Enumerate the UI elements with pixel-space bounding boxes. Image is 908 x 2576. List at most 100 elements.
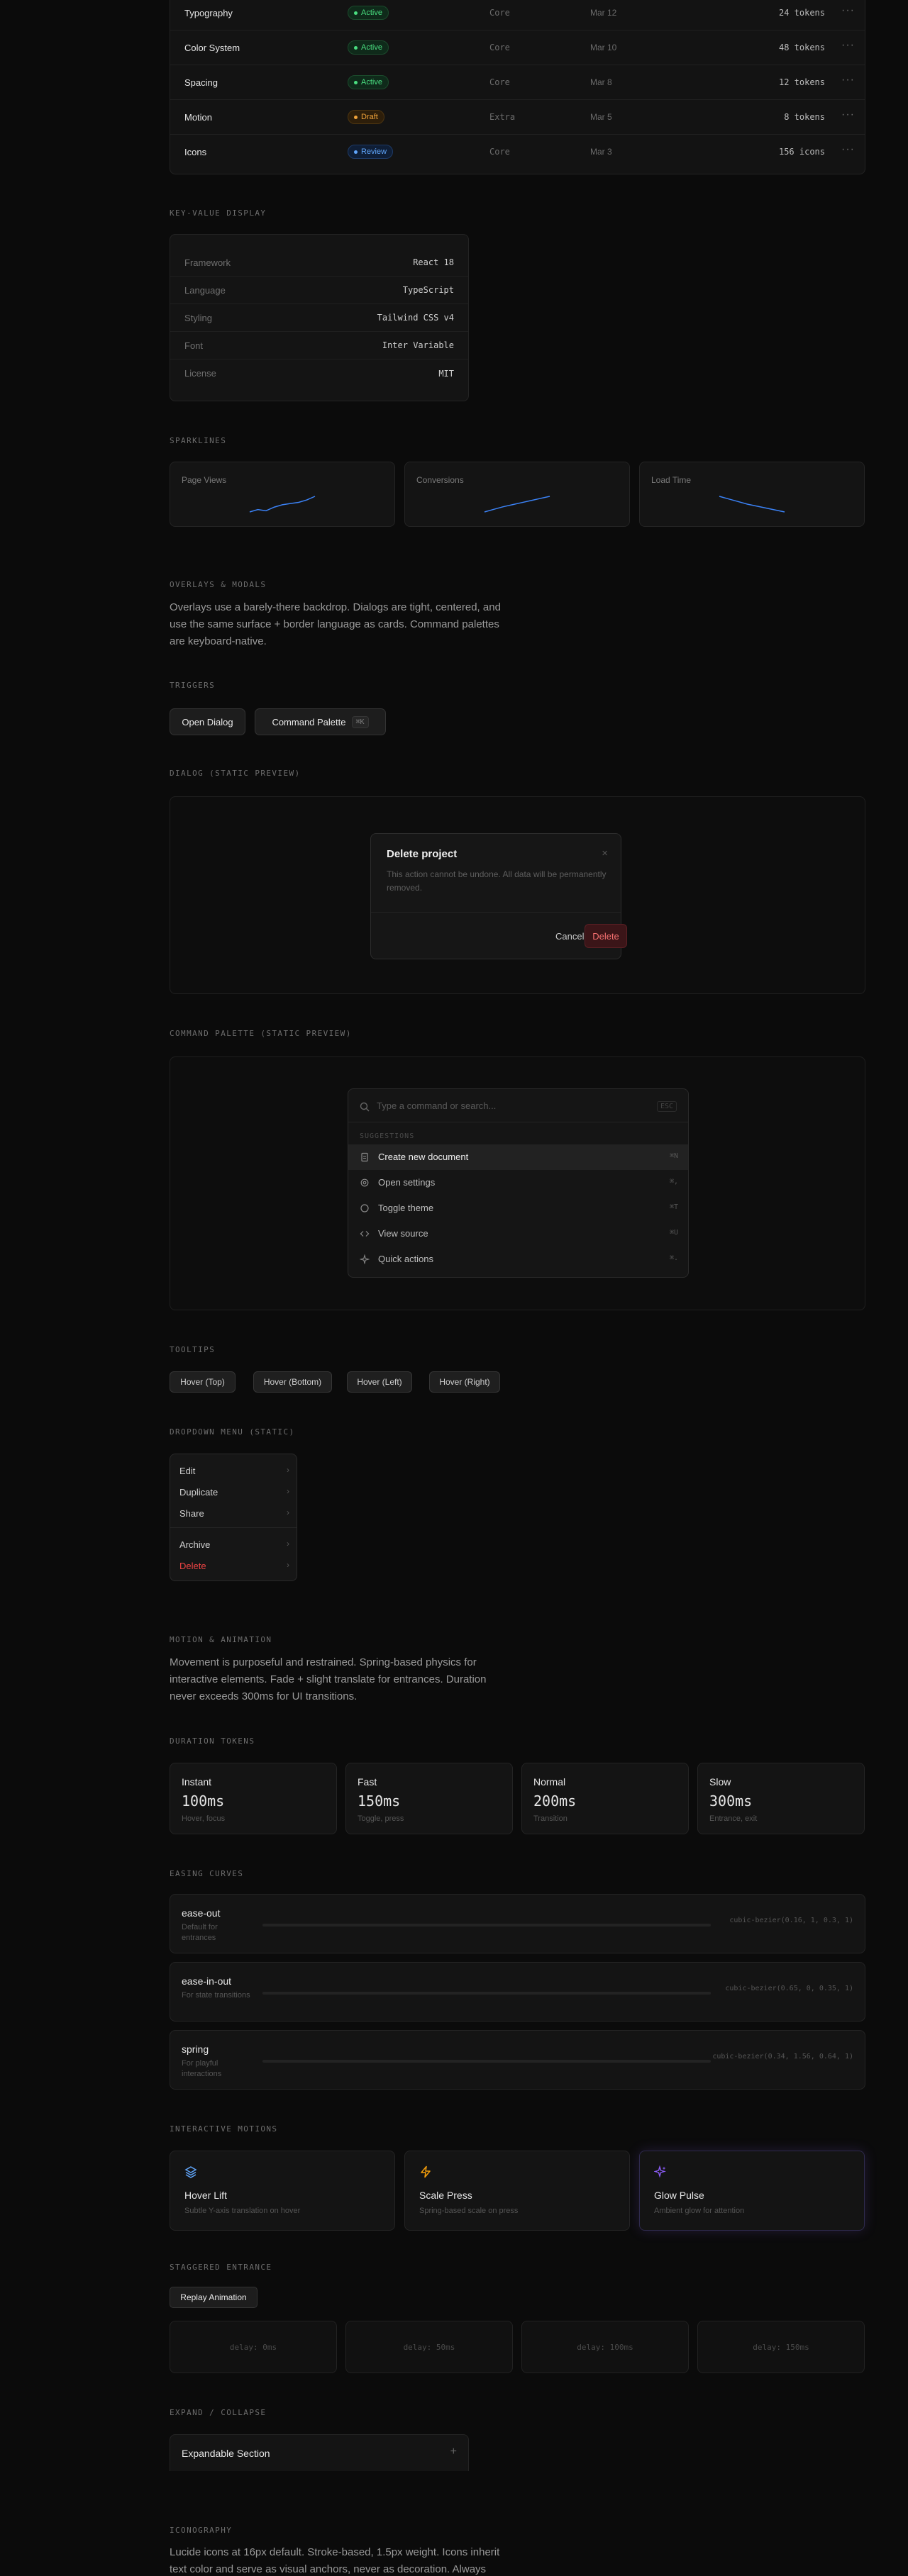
tooltip-trigger-button[interactable]: Hover (Bottom) <box>253 1371 332 1393</box>
section-label-kv: KEY-VALUE DISPLAY <box>170 208 267 218</box>
replay-animation-button[interactable]: Replay Animation <box>170 2287 258 2308</box>
row-date: Mar 5 <box>590 112 612 122</box>
palette-item-label: Create new document <box>378 1152 469 1162</box>
easing-track <box>262 1992 711 1995</box>
easing-name: ease-in-out <box>182 1975 232 1987</box>
row-date: Mar 8 <box>590 77 612 87</box>
palette-item-label: Toggle theme <box>378 1203 434 1213</box>
duration-value: 100ms <box>182 1792 225 1810</box>
interactive-motion-card[interactable]: Scale Press Spring-based scale on press <box>404 2151 630 2231</box>
palette-search-input[interactable]: Type a command or search... <box>377 1100 496 1111</box>
row-name: Icons <box>184 147 207 157</box>
status-dot <box>354 11 358 15</box>
sparkline-line <box>484 496 550 513</box>
palette-item[interactable]: Toggle theme ⌘T <box>348 1195 688 1221</box>
delete-button[interactable]: Delete <box>585 924 627 948</box>
search-icon <box>360 1102 370 1112</box>
table-row[interactable]: Icons Review Core Mar 3 156 icons ··· <box>170 135 865 169</box>
plus-icon[interactable]: + <box>450 2446 457 2458</box>
sparkline-line <box>249 496 316 513</box>
palette-item[interactable]: Quick actions ⌘. <box>348 1247 688 1272</box>
row-name: Motion <box>184 112 213 123</box>
duration-token-card: Instant 100ms Hover, focus <box>170 1763 337 1834</box>
command-palette-button[interactable]: Command Palette ⌘K <box>255 708 386 735</box>
row-count: 48 tokens <box>778 43 825 52</box>
replay-label: Replay Animation <box>180 2292 247 2302</box>
interactive-motion-card[interactable]: Glow Pulse Ambient glow for attention <box>639 2151 865 2231</box>
palette-item[interactable]: Open settings ⌘, <box>348 1170 688 1195</box>
menu-item-edit[interactable]: Edit › <box>170 1460 297 1481</box>
menu-item-share[interactable]: Share › <box>170 1502 297 1524</box>
more-icon[interactable]: ··· <box>841 108 855 121</box>
more-icon[interactable]: ··· <box>841 4 855 17</box>
table-row[interactable]: Motion Draft Extra Mar 5 8 tokens ··· <box>170 100 865 135</box>
close-icon[interactable]: × <box>602 847 608 859</box>
status-badge: Active <box>348 6 389 20</box>
duration-desc: Toggle, press <box>358 1814 404 1823</box>
key-value-card: Framework React 18 Language TypeScript Styli… <box>170 234 469 401</box>
easing-desc: For state transitions <box>182 1991 250 2000</box>
palette-item[interactable]: View source ⌘U <box>348 1221 688 1247</box>
palette-item[interactable]: Create new document ⌘N <box>348 1144 688 1170</box>
easing-curve-card: spring For playful interactions cubic-bezi… <box>170 2030 865 2090</box>
kv-value: Inter Variable <box>382 340 454 350</box>
row-date: Mar 12 <box>590 8 617 18</box>
gear-icon <box>360 1178 370 1188</box>
status-text: Active <box>361 78 382 87</box>
dialog-preview: Delete project × This action cannot be u… <box>170 796 865 994</box>
palette-item-shortcut: ⌘N <box>669 1152 678 1160</box>
table-row[interactable]: Typography Active Core Mar 12 24 tokens ··· <box>170 0 865 30</box>
overlays-description: Overlays use a barely-there backdrop. Di… <box>170 601 501 647</box>
tooltip-trigger-button[interactable]: Hover (Left) <box>347 1371 412 1393</box>
stagger-box: delay: 150ms <box>697 2321 865 2373</box>
sun-icon <box>360 1203 370 1213</box>
row-name: Spacing <box>184 77 218 88</box>
sparkline-chart <box>719 496 785 513</box>
easing-track <box>262 2060 711 2063</box>
table-row[interactable]: Spacing Active Core Mar 8 12 tokens ··· <box>170 65 865 100</box>
section-label-triggers: TRIGGERS <box>170 681 216 690</box>
dialog-divider <box>371 912 621 913</box>
command-palette: Type a command or search... ESC SUGGESTI… <box>348 1088 689 1278</box>
status-text: Active <box>361 9 382 17</box>
menu-item-delete[interactable]: Delete › <box>170 1555 297 1576</box>
duration-desc: Transition <box>533 1814 568 1823</box>
section-label-dialog: DIALOG (STATIC PREVIEW) <box>170 769 301 778</box>
cancel-button[interactable]: Cancel <box>555 931 584 942</box>
menu-item-duplicate[interactable]: Duplicate › <box>170 1481 297 1502</box>
motion-card-desc: Spring-based scale on press <box>419 2207 519 2215</box>
motion-card-desc: Subtle Y-axis translation on hover <box>184 2207 301 2215</box>
menu-item-label: Archive <box>179 1539 211 1550</box>
tooltip-trigger-button[interactable]: Hover (Right) <box>429 1371 500 1393</box>
more-icon[interactable]: ··· <box>841 39 855 52</box>
palette-preview: Type a command or search... ESC SUGGESTI… <box>170 1056 865 1310</box>
open-dialog-button[interactable]: Open Dialog <box>170 708 245 735</box>
palette-item-label: Open settings <box>378 1177 436 1188</box>
menu-item-label: Delete <box>179 1561 206 1571</box>
duration-desc: Entrance, exit <box>709 1814 758 1823</box>
status-dot <box>354 150 358 154</box>
duration-token-card: Fast 150ms Toggle, press <box>345 1763 513 1834</box>
overlays-title: OVERLAYS & MODALS <box>170 580 267 589</box>
expandable-section[interactable]: Expandable Section + <box>170 2434 469 2471</box>
duration-token-card: Slow 300ms Entrance, exit <box>697 1763 865 1834</box>
tooltip-trigger-button[interactable]: Hover (Top) <box>170 1371 236 1393</box>
dropdown-menu: Edit › Duplicate › Share › Archive › Delete › <box>170 1454 297 1581</box>
easing-name: ease-out <box>182 1907 221 1919</box>
duration-name: Slow <box>709 1776 731 1788</box>
interactive-motion-card[interactable]: Hover Lift Subtle Y-axis translation on h… <box>170 2151 395 2231</box>
more-icon[interactable]: ··· <box>841 74 855 87</box>
motion-card-title: Glow Pulse <box>654 2190 704 2201</box>
section-label-dropdown: DROPDOWN MENU (STATIC) <box>170 1427 295 1437</box>
status-badge: Active <box>348 75 389 89</box>
motion-title: MOTION & ANIMATION <box>170 1635 272 1644</box>
easing-desc: For playful interactions <box>182 2059 222 2078</box>
status-dot <box>354 115 358 119</box>
page: { "table": { "rows": [ {"name":"Typograp… <box>0 0 908 2576</box>
menu-item-archive[interactable]: Archive › <box>170 1534 297 1555</box>
more-icon[interactable]: ··· <box>841 143 855 156</box>
table-row[interactable]: Color System Active Core Mar 10 48 tokens ··· <box>170 30 865 65</box>
kv-row: Font Inter Variable <box>170 332 468 359</box>
kv-value: React 18 <box>413 257 454 267</box>
section-label-duration: DURATION TOKENS <box>170 1736 255 1746</box>
